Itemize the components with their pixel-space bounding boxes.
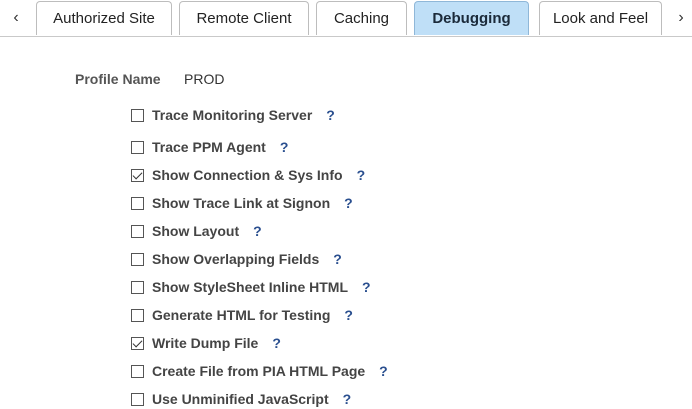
tab-look-and-feel[interactable]: Look and Feel <box>539 1 662 35</box>
help-icon[interactable]: ? <box>362 279 371 295</box>
help-icon[interactable]: ? <box>280 139 289 155</box>
debug-option-checkbox[interactable] <box>131 252 144 266</box>
help-icon[interactable]: ? <box>344 307 353 323</box>
tab-bar: ‹ Authorized Site Remote Client Caching … <box>0 0 692 37</box>
debug-option-label[interactable]: Use Unminified JavaScript <box>152 391 329 407</box>
debug-option-label[interactable]: Show Trace Link at Signon <box>152 195 330 211</box>
tab-label: Debugging <box>432 10 511 27</box>
help-icon[interactable]: ? <box>333 251 342 267</box>
help-icon[interactable]: ? <box>272 335 281 351</box>
debug-option-row: Generate HTML for Testing? <box>131 305 353 325</box>
tab-caching[interactable]: Caching <box>316 1 407 35</box>
debug-option-label[interactable]: Trace Monitoring Server <box>152 107 312 123</box>
debug-option-checkbox[interactable] <box>131 168 144 182</box>
debug-option-label[interactable]: Generate HTML for Testing <box>152 307 330 323</box>
debug-option-checkbox[interactable] <box>131 308 144 322</box>
tab-remote-client[interactable]: Remote Client <box>179 1 309 35</box>
tab-label: Caching <box>333 10 390 27</box>
debug-option-label[interactable]: Show StyleSheet Inline HTML <box>152 279 348 295</box>
tab-debugging[interactable]: Debugging <box>414 1 529 35</box>
tab-label: Authorized Site <box>53 10 155 27</box>
debug-option-row: Create File from PIA HTML Page? <box>131 361 388 381</box>
help-icon[interactable]: ? <box>343 391 352 407</box>
debug-option-label[interactable]: Create File from PIA HTML Page <box>152 363 365 379</box>
debug-option-checkbox[interactable] <box>131 224 144 238</box>
debug-option-label[interactable]: Show Layout <box>152 223 239 239</box>
debug-option-checkbox[interactable] <box>131 364 144 378</box>
debug-option-checkbox[interactable] <box>131 196 144 210</box>
debug-option-row: Show Connection & Sys Info? <box>131 165 365 185</box>
debug-option-checkbox[interactable] <box>131 336 144 350</box>
debug-option-row: Show Trace Link at Signon? <box>131 193 353 213</box>
debug-option-checkbox[interactable] <box>131 108 144 122</box>
help-icon[interactable]: ? <box>326 107 335 123</box>
debug-option-row: Use Unminified JavaScript? <box>131 389 351 409</box>
tab-label: Look and Feel <box>552 10 649 27</box>
debug-option-label[interactable]: Show Connection & Sys Info <box>152 167 343 183</box>
debug-option-label[interactable]: Show Overlapping Fields <box>152 251 319 267</box>
debug-option-label[interactable]: Trace PPM Agent <box>152 139 266 155</box>
debug-option-row: Show Overlapping Fields? <box>131 249 342 269</box>
chevron-left-icon[interactable]: ‹ <box>6 6 26 30</box>
help-icon[interactable]: ? <box>344 195 353 211</box>
tab-label: Remote Client <box>196 10 292 27</box>
debug-option-row: Write Dump File? <box>131 333 281 353</box>
chevron-right-icon[interactable]: › <box>671 6 691 30</box>
help-icon[interactable]: ? <box>379 363 388 379</box>
debug-option-checkbox[interactable] <box>131 140 144 154</box>
help-icon[interactable]: ? <box>253 223 262 239</box>
tab-authorized-site[interactable]: Authorized Site <box>36 1 172 35</box>
profile-name-label: Profile Name <box>75 71 161 87</box>
debug-option-checkbox[interactable] <box>131 392 144 406</box>
debug-option-checkbox[interactable] <box>131 280 144 294</box>
debug-option-row: Trace PPM Agent? <box>131 137 288 157</box>
debug-option-row: Show Layout? <box>131 221 262 241</box>
debug-option-label[interactable]: Write Dump File <box>152 335 258 351</box>
help-icon[interactable]: ? <box>357 167 366 183</box>
debug-option-row: Show StyleSheet Inline HTML? <box>131 277 371 297</box>
profile-name-value: PROD <box>184 71 225 87</box>
debug-option-row: Trace Monitoring Server? <box>131 105 335 125</box>
